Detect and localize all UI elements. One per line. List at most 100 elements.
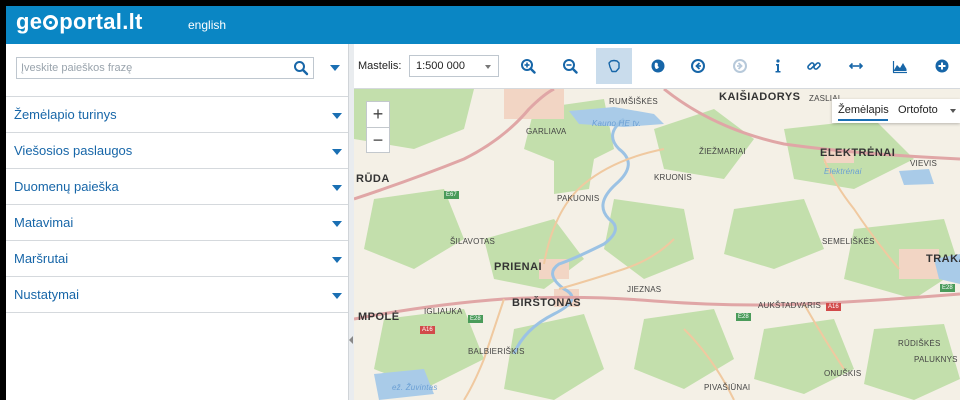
map-zoom-out-button[interactable]: −	[367, 128, 389, 153]
map-label: GARLIAVA	[526, 127, 567, 136]
chevron-down-icon	[332, 149, 342, 155]
map-label: PAKUONIS	[557, 194, 600, 203]
search-options-caret-icon[interactable]	[330, 65, 340, 71]
map-zoom-in-button[interactable]: +	[367, 102, 389, 127]
basemap-option-orthophoto[interactable]: Ortofoto	[898, 104, 938, 116]
add-icon	[935, 59, 949, 73]
sidebar-item-data-search[interactable]: Duomenų paieška	[6, 169, 348, 205]
sidebar-item-label: Žemėlapio turinys	[14, 107, 117, 122]
map-label: IGLIAUKA	[424, 307, 463, 316]
chevron-down-icon	[485, 65, 491, 69]
pan-hand-icon	[608, 59, 620, 73]
map-label: ŠILAVOTAS	[450, 237, 496, 246]
map-label: ež. Žuvintas	[392, 383, 438, 392]
sidebar-item-label: Matavimai	[14, 215, 74, 230]
zoom-out-button[interactable]	[552, 48, 588, 84]
search-icon	[294, 61, 309, 76]
language-link[interactable]: english	[188, 18, 226, 32]
geoportal-logo[interactable]: ge portal.lt	[16, 9, 143, 35]
sidebar-item-routes[interactable]: Maršrutai	[6, 241, 348, 277]
back-icon	[691, 59, 705, 73]
map-label: ŽIEŽMARIAI	[699, 147, 746, 156]
app-frame: ge portal.lt english Žemėlapio turinys Vi…	[6, 6, 960, 400]
info-icon	[775, 59, 781, 73]
logo-text-left: ge	[16, 9, 43, 34]
search-box	[16, 57, 314, 79]
road-number-badge: E28	[736, 313, 751, 321]
sidebar-item-label: Duomenų paieška	[14, 179, 119, 194]
map-label: RŪDIŠKĖS	[898, 339, 941, 348]
map-label: TRAKAI	[926, 253, 960, 265]
world-view-button[interactable]	[640, 48, 676, 84]
map-label: VIEVIS	[910, 159, 937, 168]
elevation-profile-button[interactable]	[882, 48, 918, 84]
sidebar-item-measurements[interactable]: Matavimai	[6, 205, 348, 241]
map-label: BALBIERIŠKIS	[468, 347, 525, 356]
header-bar: ge portal.lt english	[6, 6, 960, 44]
link-icon	[807, 62, 821, 70]
sidebar-item-settings[interactable]: Nustatymai	[6, 277, 348, 313]
search-button[interactable]	[293, 60, 309, 76]
road-number-badge: A16	[826, 303, 841, 311]
basemap-option-map[interactable]: Žemėlapis	[838, 104, 889, 116]
sidebar-item-public-services[interactable]: Viešosios paslaugos	[6, 133, 348, 169]
globe-icon	[651, 59, 665, 73]
chevron-down-icon	[332, 221, 342, 227]
next-extent-button[interactable]	[722, 48, 758, 84]
sidebar: Žemėlapio turinys Viešosios paslaugos Du…	[6, 44, 348, 400]
scale-select[interactable]: 1:500 000	[409, 55, 499, 77]
scale-label: Mastelis:	[358, 60, 402, 72]
sidebar-menu: Žemėlapio turinys Viešosios paslaugos Du…	[6, 96, 348, 313]
road-number-badge: E28	[940, 284, 955, 292]
measure-distance-button[interactable]	[838, 48, 874, 84]
pan-button[interactable]	[596, 48, 632, 84]
map-label: JIEZNAS	[627, 285, 662, 294]
add-data-button[interactable]	[924, 48, 960, 84]
chevron-down-icon[interactable]	[950, 109, 956, 113]
elevation-profile-icon	[892, 61, 907, 74]
selected-basemap-underline	[838, 119, 888, 121]
logo-text-right: portal.lt	[59, 9, 143, 34]
map-canvas[interactable]: KAIŠIADORYS RUMŠIŠKĖS ZASLIAI GARLIAVA K…	[354, 89, 960, 400]
zoom-in-button[interactable]	[510, 48, 546, 84]
road-number-badge: E67	[444, 191, 459, 199]
map-label: RŪDA	[356, 173, 390, 185]
chevron-down-icon	[332, 293, 342, 299]
map-label: PALUKNYS	[914, 355, 958, 364]
chevron-down-icon	[332, 257, 342, 263]
previous-extent-button[interactable]	[680, 48, 716, 84]
sidebar-item-label: Nustatymai	[14, 287, 80, 302]
map-label: SEMELIŠKĖS	[822, 237, 875, 246]
zoom-out-icon	[563, 59, 578, 74]
sidebar-item-map-content[interactable]: Žemėlapio turinys	[6, 97, 348, 133]
map-label: RUMŠIŠKĖS	[609, 97, 658, 106]
map-label: ONUŠKIS	[824, 369, 862, 378]
sidebar-item-label: Maršrutai	[14, 251, 69, 266]
map-zoom-control: + −	[366, 101, 390, 153]
map-label: Kauno HE tv.	[592, 119, 641, 128]
zoom-in-icon	[521, 59, 536, 74]
map-label: BIRŠTONAS	[512, 297, 582, 309]
map-label: PRIENAI	[494, 261, 543, 273]
search-input[interactable]	[17, 58, 295, 78]
road-number-badge: A16	[420, 326, 435, 334]
measure-distance-icon	[848, 62, 864, 70]
road-number-badge: E28	[468, 315, 483, 323]
map-label: KRUONIS	[654, 173, 692, 182]
chevron-down-icon	[332, 185, 342, 191]
forward-icon	[733, 59, 747, 73]
chevron-down-icon	[332, 113, 342, 119]
collapse-sidebar-icon[interactable]	[349, 336, 353, 344]
logo-globe-icon	[43, 15, 59, 30]
map-label: AUKŠTADVARIS	[758, 301, 822, 310]
map-label: KAIŠIADORYS	[719, 91, 801, 103]
basemap-switcher: Žemėlapis Ortofoto	[832, 99, 960, 123]
share-link-button[interactable]	[796, 48, 832, 84]
identify-button[interactable]	[760, 48, 796, 84]
map-label: Elektrėnai	[824, 167, 862, 176]
map-label: PIVAŠIŪNAI	[704, 383, 751, 392]
scale-value: 1:500 000	[416, 60, 465, 72]
sidebar-item-label: Viešosios paslaugos	[14, 143, 133, 158]
map-toolbar: Mastelis: 1:500 000	[354, 44, 960, 89]
map-label: ELEKTRĖNAI	[820, 147, 896, 159]
